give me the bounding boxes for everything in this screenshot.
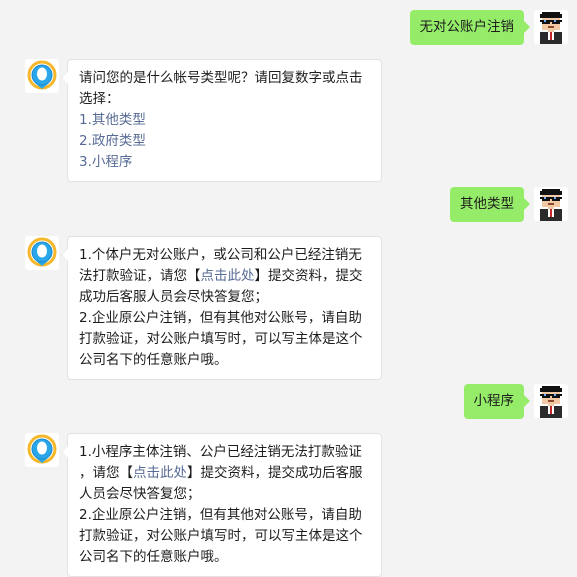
qq-penguin-avatar-icon[interactable]: [25, 59, 59, 93]
bot-text-line: 1.个体户无对公账户，或公司和公户已经注销无: [79, 247, 362, 263]
bot-text-segment: 】提交资料，提交: [254, 268, 363, 284]
click-here-link[interactable]: 点击此处: [133, 465, 187, 481]
message-user-2: 其他类型: [0, 187, 577, 227]
bot-text-line: 公司名下的任意账户哦。: [79, 549, 228, 565]
bot-text-line: 打款验证，对公账户填写时，可以写主体是这个: [79, 331, 363, 347]
bot-text-line: 打款验证，对公账户填写时，可以写主体是这个: [79, 528, 363, 544]
click-here-link[interactable]: 点击此处: [201, 268, 255, 284]
user-message-text: 小程序: [473, 393, 515, 409]
option-link-mini-program[interactable]: 3.小程序: [79, 152, 370, 173]
message-user-3: 小程序: [0, 384, 577, 424]
user-avatar-icon[interactable]: [534, 384, 568, 418]
qq-penguin-avatar-icon[interactable]: [25, 433, 59, 467]
user-message-text: 其他类型: [460, 196, 514, 212]
bot-text-segment: 】提交资料，提交成功后客服: [187, 465, 363, 481]
bot-text-line: 2.企业原公户注销，但有其他对公账号，请自助: [79, 507, 362, 523]
bot-message-bubble: 请问您的是什么帐号类型呢？请回复数字或点击 选择： 1.其他类型 2.政府类型 …: [61, 59, 382, 182]
bot-message-bubble: 1.个体户无对公账户，或公司和公户已经注销无 法打款验证，请您【点击此处】提交资…: [61, 236, 382, 380]
qq-penguin-avatar-icon[interactable]: [25, 236, 59, 270]
option-link-other-type[interactable]: 1.其他类型: [79, 110, 370, 131]
bot-text-line: 1.小程序主体注销、公户已经注销无法打款验证: [79, 444, 362, 460]
user-message-bubble[interactable]: 其他类型: [450, 187, 530, 222]
message-user-1: 无对公账户注销: [0, 10, 577, 50]
message-bot-2: 1.个体户无对公账户，或公司和公户已经注销无 法打款验证，请您【点击此处】提交资…: [0, 236, 577, 380]
bot-text-segment: ，请您【: [79, 465, 133, 481]
user-message-text: 无对公账户注销: [419, 19, 515, 35]
bot-text-segment: 法打款验证，请您【: [79, 268, 201, 284]
user-avatar-icon[interactable]: [534, 10, 568, 44]
bot-text-line: 2.企业原公户注销，但有其他对公账号，请自助: [79, 310, 362, 326]
user-avatar-icon[interactable]: [534, 187, 568, 221]
bot-text-line: 公司名下的任意账户哦。: [79, 352, 228, 368]
bot-prompt-line: 选择：: [79, 91, 120, 107]
user-message-bubble[interactable]: 小程序: [463, 384, 530, 419]
bot-text-line: ，请您【点击此处】提交资料，提交成功后客服: [79, 463, 370, 484]
bot-text-line: 成功后客服人员会尽快答复您；: [79, 289, 268, 305]
message-bot-3: 1.小程序主体注销、公户已经注销无法打款验证 ，请您【点击此处】提交资料，提交成…: [0, 433, 577, 577]
option-link-government-type[interactable]: 2.政府类型: [79, 131, 370, 152]
message-bot-1: 请问您的是什么帐号类型呢？请回复数字或点击 选择： 1.其他类型 2.政府类型 …: [0, 59, 577, 182]
user-message-bubble[interactable]: 无对公账户注销: [409, 10, 530, 45]
bot-text-line: 人员会尽快答复您；: [79, 486, 201, 502]
bot-text-line: 法打款验证，请您【点击此处】提交资料，提交: [79, 266, 370, 287]
bot-message-bubble: 1.小程序主体注销、公户已经注销无法打款验证 ，请您【点击此处】提交资料，提交成…: [61, 433, 382, 577]
bot-prompt-line: 请问您的是什么帐号类型呢？请回复数字或点击: [79, 70, 363, 86]
